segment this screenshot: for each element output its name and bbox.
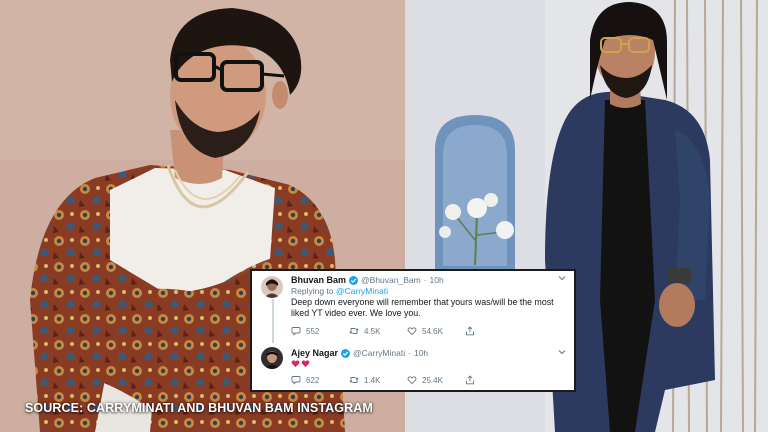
mention-link[interactable]: @CarryMinati <box>336 286 388 296</box>
author-handle[interactable]: @CarryMinati <box>353 348 405 358</box>
reply-count: 552 <box>306 326 320 336</box>
replying-to: Replying to @CarryMinati <box>291 286 388 296</box>
share-icon <box>466 375 474 385</box>
tweet-screenshot: Bhuvan Bam @Bhuvan_Bam · 10h Replying to… <box>250 269 576 392</box>
retweet-icon <box>349 377 359 383</box>
tweet-bhuvan-bam[interactable]: Bhuvan Bam @Bhuvan_Bam · 10h Replying to… <box>252 271 574 342</box>
photo-collage: SOURCE: CARRYMINATI AND BHUVAN BAM INSTA… <box>0 0 768 432</box>
reply-button[interactable]: 622 <box>291 374 349 386</box>
reply-icon <box>291 327 301 336</box>
share-icon <box>466 326 474 336</box>
red-heart-icon <box>301 360 310 368</box>
tweet-time[interactable]: 10h <box>414 348 428 358</box>
replying-prefix: Replying to <box>291 286 334 296</box>
tweet-header: Bhuvan Bam @Bhuvan_Bam · 10h <box>291 275 444 285</box>
retweet-icon <box>349 328 359 334</box>
like-count: 54.6K <box>422 326 443 336</box>
like-count: 25.4K <box>422 375 443 385</box>
reply-button[interactable]: 552 <box>291 325 349 337</box>
retweet-count: 4.5K <box>364 326 381 336</box>
share-button[interactable] <box>465 374 523 386</box>
author-name[interactable]: Ajey Nagar <box>291 348 338 358</box>
separator-dot: · <box>423 275 427 285</box>
source-caption: SOURCE: CARRYMINATI AND BHUVAN BAM INSTA… <box>25 401 373 415</box>
chevron-down-icon[interactable] <box>558 274 566 282</box>
tweet-ajey-nagar[interactable]: Ajey Nagar @CarryMinati · 10h 622 1.4K 2… <box>252 345 574 390</box>
heart-outline-icon <box>407 327 417 336</box>
like-button[interactable]: 54.6K <box>407 325 465 337</box>
retweet-button[interactable]: 4.5K <box>349 325 407 337</box>
verified-badge-icon <box>341 348 351 358</box>
tweet-emoji <box>291 359 310 368</box>
tweet-actions: 552 4.5K 54.6K <box>291 325 523 337</box>
tweet-actions: 622 1.4K 25.4K <box>291 374 523 386</box>
separator-dot: · <box>408 348 411 358</box>
tweet-time[interactable]: 10h <box>430 275 444 285</box>
heart-outline-icon <box>407 376 417 385</box>
share-button[interactable] <box>465 325 523 337</box>
retweet-count: 1.4K <box>364 375 381 385</box>
avatar[interactable] <box>261 347 283 369</box>
like-button[interactable]: 25.4K <box>407 374 465 386</box>
red-heart-icon <box>291 360 300 368</box>
verified-badge-icon <box>349 275 359 285</box>
tweet-text: Deep down everyone will remember that yo… <box>291 297 554 318</box>
reply-count: 622 <box>306 375 320 385</box>
tweet-header: Ajey Nagar @CarryMinati · 10h <box>291 348 428 358</box>
retweet-button[interactable]: 1.4K <box>349 374 407 386</box>
avatar[interactable] <box>261 276 283 298</box>
author-handle[interactable]: @Bhuvan_Bam <box>361 275 421 285</box>
reply-icon <box>291 376 301 385</box>
author-name[interactable]: Bhuvan Bam <box>291 275 346 285</box>
chevron-down-icon[interactable] <box>558 348 566 356</box>
